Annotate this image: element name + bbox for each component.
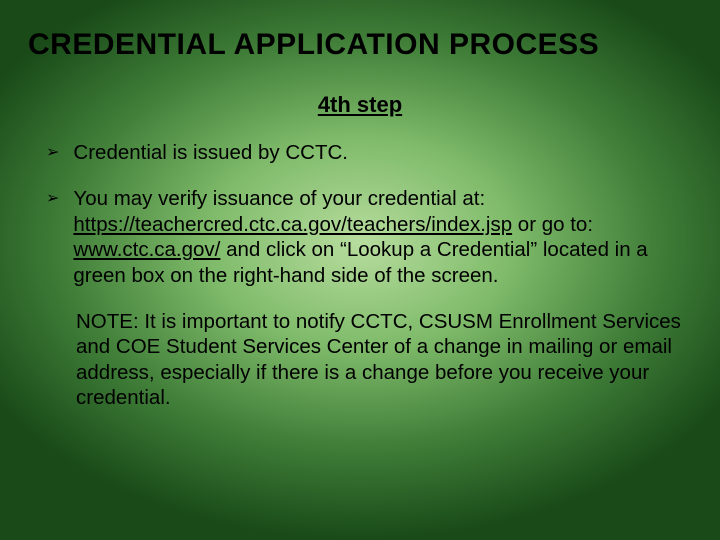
list-item: ➢ You may verify issuance of your creden… bbox=[46, 186, 692, 289]
step-heading: 4th step bbox=[28, 92, 692, 118]
bullet-icon: ➢ bbox=[46, 186, 59, 212]
bullet-text: You may verify issuance of your credenti… bbox=[73, 186, 692, 289]
note-text: NOTE: It is important to notify CCTC, CS… bbox=[28, 309, 692, 412]
bullet-list: ➢ Credential is issued by CCTC. ➢ You ma… bbox=[28, 140, 692, 289]
bullet-icon: ➢ bbox=[46, 140, 59, 166]
text-fragment: or go to: bbox=[512, 213, 593, 236]
list-item: ➢ Credential is issued by CCTC. bbox=[46, 140, 692, 166]
link-ctc[interactable]: www.ctc.ca.gov/ bbox=[73, 238, 220, 261]
bullet-text: Credential is issued by CCTC. bbox=[73, 140, 348, 166]
link-teachercred[interactable]: https://teachercred.ctc.ca.gov/teachers/… bbox=[73, 213, 512, 236]
slide-title: CREDENTIAL APPLICATION PROCESS bbox=[28, 28, 692, 62]
text-fragment: You may verify issuance of your credenti… bbox=[73, 187, 485, 210]
slide: CREDENTIAL APPLICATION PROCESS 4th step … bbox=[0, 0, 720, 540]
